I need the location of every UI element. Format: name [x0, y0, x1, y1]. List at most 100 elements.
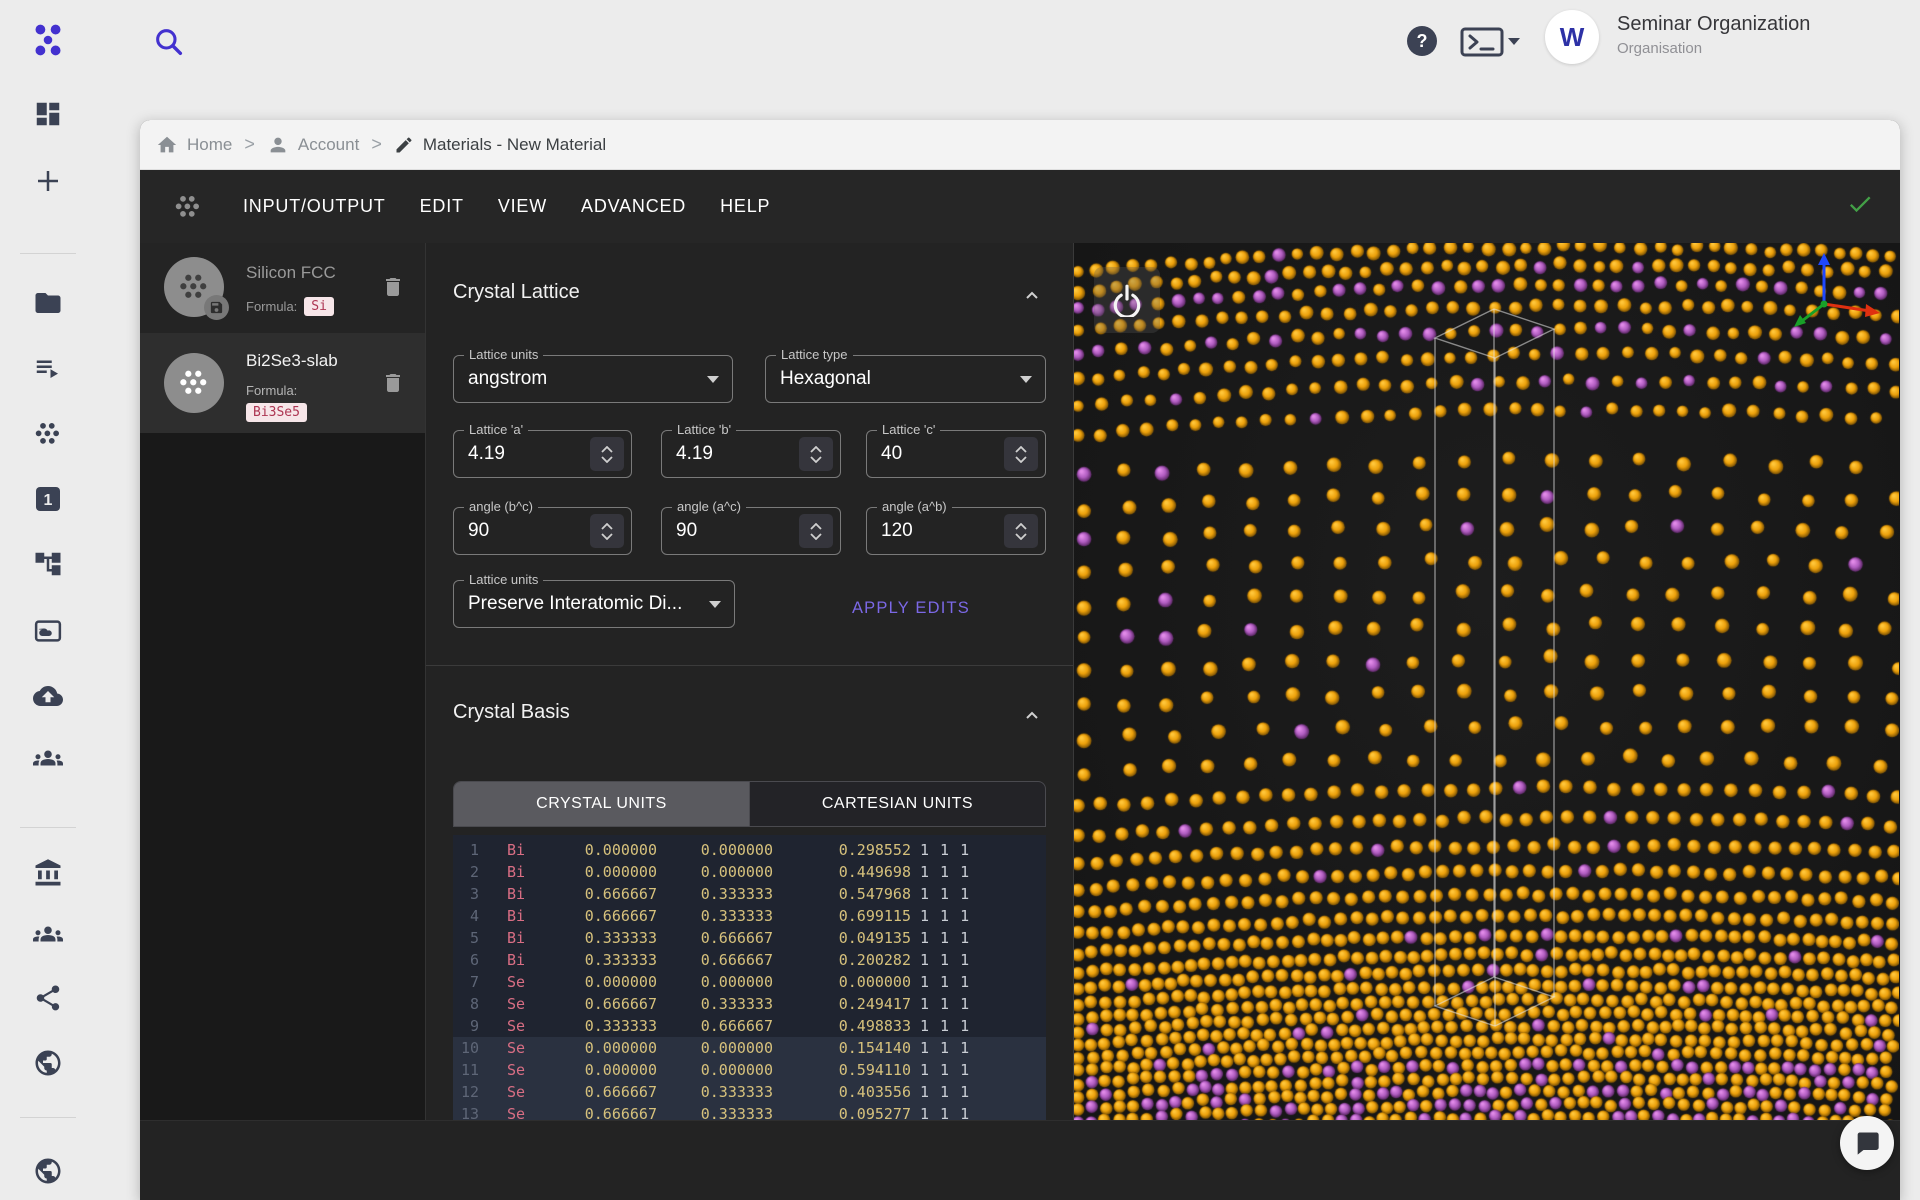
filter-one-icon[interactable]: 1 — [33, 484, 63, 514]
coord-x: 0.666667 — [547, 1105, 657, 1120]
basis-row[interactable]: 11Se0.0000000.0000000.5941101 1 1 — [453, 1059, 1046, 1081]
coord-x: 0.000000 — [547, 973, 657, 991]
saved-check-icon[interactable] — [1846, 190, 1874, 223]
help-icon[interactable]: ? — [1407, 26, 1437, 56]
material-avatar — [164, 353, 224, 413]
basis-row[interactable]: 10Se0.0000000.0000000.1541401 1 1 — [453, 1037, 1046, 1059]
material-item-silicon[interactable]: Silicon FCC Formula: Si — [140, 243, 425, 333]
field-value: 90 — [676, 520, 697, 542]
org-type: Organisation — [1617, 40, 1810, 57]
basis-row[interactable]: 12Se0.6666670.3333330.4035561 1 1 — [453, 1081, 1046, 1103]
main-card: Home > Account > Materials - New Materia… — [140, 120, 1900, 1200]
image-bank-icon[interactable] — [33, 616, 63, 646]
breadcrumb-current-page[interactable]: Materials - New Material — [394, 135, 606, 155]
globe-icon[interactable] — [33, 1048, 63, 1078]
number-stepper[interactable] — [590, 437, 624, 471]
coord-y: 0.333333 — [657, 1083, 773, 1101]
menu-help[interactable]: HELP — [720, 196, 770, 217]
constraint-flags: 1 1 1 — [920, 1083, 970, 1101]
menu-view[interactable]: VIEW — [498, 196, 547, 217]
menu-advanced[interactable]: ADVANCED — [581, 196, 686, 217]
coord-y: 0.333333 — [657, 907, 773, 925]
angle-bc-input[interactable]: angle (b^c) 90 — [453, 507, 632, 555]
lattice-c-input[interactable]: Lattice 'c' 40 — [866, 430, 1046, 478]
collapse-lattice-icon[interactable] — [1020, 283, 1044, 312]
basis-row[interactable]: 1Bi0.0000000.0000000.2985521 1 1 — [453, 839, 1046, 861]
org-switcher[interactable]: W Seminar Organization Organisation — [1545, 10, 1810, 64]
axes-gizmo[interactable] — [1762, 249, 1882, 349]
basis-row[interactable]: 5Bi0.3333330.6666670.0491351 1 1 — [453, 927, 1046, 949]
delete-material-button[interactable] — [381, 275, 405, 304]
org-avatar: W — [1545, 10, 1599, 64]
lattice-a-input[interactable]: Lattice 'a' 4.19 — [453, 430, 632, 478]
cloud-upload-icon[interactable] — [33, 681, 63, 711]
material-name: Bi2Se3-slab — [246, 351, 338, 371]
atoms-canvas[interactable] — [1074, 243, 1899, 1120]
constraint-flags: 1 1 1 — [920, 929, 970, 947]
chat-launcher-button[interactable] — [1840, 1116, 1894, 1170]
basis-table[interactable]: 1Bi0.0000000.0000000.2985521 1 12Bi0.000… — [453, 835, 1046, 1120]
saved-floppy-badge-icon — [204, 295, 229, 320]
row-number: 13 — [453, 1105, 479, 1120]
coord-x: 0.000000 — [547, 863, 657, 881]
angle-ac-input[interactable]: angle (a^c) 90 — [661, 507, 841, 555]
constraint-flags: 1 1 1 — [920, 841, 970, 859]
menu-edit[interactable]: EDIT — [420, 196, 464, 217]
basis-row[interactable]: 3Bi0.6666670.3333330.5479681 1 1 — [453, 883, 1046, 905]
element-symbol: Bi — [507, 929, 547, 947]
basis-row[interactable]: 4Bi0.6666670.3333330.6991151 1 1 — [453, 905, 1046, 927]
angle-ab-input[interactable]: angle (a^b) 120 — [866, 507, 1046, 555]
organization-users-icon[interactable] — [33, 919, 63, 949]
lattice-units-select[interactable]: Lattice units angstrom — [453, 355, 733, 403]
basis-row[interactable]: 8Se0.6666670.3333330.2494171 1 1 — [453, 993, 1046, 1015]
number-stepper[interactable] — [799, 514, 833, 548]
lattice-type-select[interactable]: Lattice type Hexagonal — [765, 355, 1046, 403]
coord-y: 0.333333 — [657, 995, 773, 1013]
collapse-basis-icon[interactable] — [1020, 703, 1044, 732]
apply-edits-button[interactable]: APPLY EDITS — [826, 599, 996, 618]
breadcrumb-home[interactable]: Home — [156, 134, 232, 156]
material-item-bi2se3-slab[interactable]: Bi2Se3-slab Formula: Bi3Se5 — [140, 333, 425, 433]
lattice-edit-mode-select[interactable]: Lattice units Preserve Interatomic Di... — [453, 580, 735, 628]
tab-cartesian-units[interactable]: CARTESIAN UNITS — [749, 782, 1045, 826]
coord-x: 0.666667 — [547, 1083, 657, 1101]
materials-dots-icon[interactable] — [33, 419, 63, 449]
constraint-flags: 1 1 1 — [920, 885, 970, 903]
number-stepper[interactable] — [1004, 437, 1038, 471]
jobs-list-icon[interactable] — [33, 353, 63, 383]
number-stepper[interactable] — [590, 514, 624, 548]
team-icon[interactable] — [33, 743, 63, 773]
globe-bottom-icon[interactable] — [33, 1156, 63, 1186]
add-icon[interactable] — [33, 166, 63, 196]
coord-y: 0.333333 — [657, 885, 773, 903]
console-icon[interactable] — [1460, 26, 1504, 63]
bank-icon[interactable] — [33, 858, 63, 888]
number-stepper[interactable] — [1004, 514, 1038, 548]
share-icon[interactable] — [33, 983, 63, 1013]
lattice-b-input[interactable]: Lattice 'b' 4.19 — [661, 430, 841, 478]
basis-row[interactable]: 6Bi0.3333330.6666670.2002821 1 1 — [453, 949, 1046, 971]
element-symbol: Se — [507, 1083, 547, 1101]
workflows-tree-icon[interactable] — [33, 549, 63, 579]
structure-viewport[interactable] — [1074, 243, 1900, 1120]
basis-row[interactable]: 2Bi0.0000000.0000000.4496981 1 1 — [453, 861, 1046, 883]
delete-material-button[interactable] — [381, 371, 405, 400]
row-number: 9 — [453, 1017, 479, 1035]
card-footer — [140, 1120, 1900, 1200]
number-stepper[interactable] — [799, 437, 833, 471]
console-dropdown-caret-icon[interactable] — [1508, 38, 1520, 51]
tab-crystal-units[interactable]: CRYSTAL UNITS — [454, 782, 749, 826]
menu-input-output[interactable]: INPUT/OUTPUT — [243, 196, 386, 217]
breadcrumb-account[interactable]: Account — [267, 134, 359, 156]
folder-icon[interactable] — [33, 288, 63, 318]
basis-row[interactable]: 7Se0.0000000.0000000.0000001 1 1 — [453, 971, 1046, 993]
section-divider — [426, 665, 1073, 666]
basis-row[interactable]: 9Se0.3333330.6666670.4988331 1 1 — [453, 1015, 1046, 1037]
editor-menubar: INPUT/OUTPUT EDIT VIEW ADVANCED HELP — [140, 170, 1900, 243]
basis-row[interactable]: 13Se0.6666670.3333330.0952771 1 1 — [453, 1103, 1046, 1120]
coord-z: 0.547968 — [773, 885, 911, 903]
viewer-power-button[interactable] — [1094, 267, 1160, 333]
dashboard-icon[interactable] — [33, 99, 63, 129]
app-logo-icon[interactable] — [29, 21, 67, 59]
search-icon[interactable] — [153, 26, 185, 58]
